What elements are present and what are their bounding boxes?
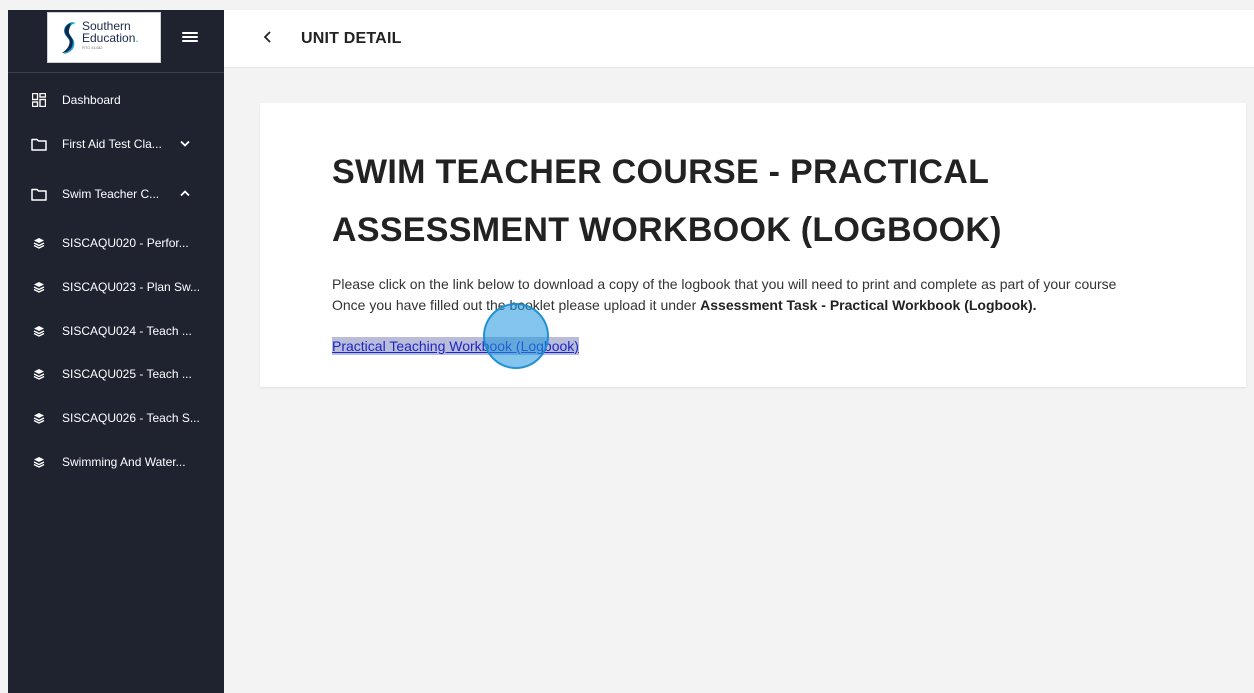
chevron-down-icon[interactable] (180, 139, 190, 150)
layers-icon (31, 410, 47, 426)
sidebar-item-label: SISCAQU020 - Perfor... (62, 236, 189, 250)
sidebar-item-siscaqu025[interactable]: SISCAQU025 - Teach ... (8, 362, 224, 386)
sidebar-item-swimming-and-water[interactable]: Swimming And Water... (8, 450, 224, 474)
instructions-text: Please click on the link below to downlo… (332, 274, 1246, 316)
hamburger-menu-icon[interactable] (182, 30, 198, 44)
unit-detail-card: SWIM TEACHER COURSE - PRACTICAL ASSESSME… (260, 103, 1246, 387)
sidebar-item-label: SISCAQU023 - Plan Sw... (62, 280, 201, 294)
sidebar-item-siscaqu020[interactable]: SISCAQU020 - Perfor... (8, 231, 224, 255)
sidebar: Southern Education. RTO 41482 Dashboard … (8, 10, 224, 693)
chevron-left-icon[interactable] (262, 28, 274, 50)
layers-icon (31, 323, 47, 339)
sidebar-header: Southern Education. RTO 41482 (8, 10, 224, 73)
sidebar-item-label: Swim Teacher C... (62, 187, 160, 201)
page-title: UNIT DETAIL (301, 30, 402, 47)
folder-icon (31, 186, 47, 202)
logo-text-line2-word: Education (82, 31, 136, 45)
instructions-line-2: Once you have filled out the booklet ple… (332, 295, 1246, 316)
sidebar-item-first-aid[interactable]: First Aid Test Cla... (8, 132, 224, 156)
folder-icon (31, 136, 47, 152)
layers-icon (31, 235, 47, 251)
sidebar-item-label: First Aid Test Cla... (62, 137, 162, 151)
sidebar-item-swim-teacher[interactable]: Swim Teacher C... (8, 182, 224, 206)
sidebar-item-siscaqu023[interactable]: SISCAQU023 - Plan Sw... (8, 275, 224, 299)
dashboard-icon (31, 92, 47, 108)
layers-icon (31, 279, 47, 295)
sidebar-item-siscaqu024[interactable]: SISCAQU024 - Teach ... (8, 319, 224, 343)
sidebar-item-dashboard[interactable]: Dashboard (8, 88, 224, 112)
logo[interactable]: Southern Education. RTO 41482 (47, 12, 161, 63)
logo-tagline: RTO 41482 (82, 45, 103, 50)
sidebar-item-label: Dashboard (62, 93, 121, 107)
chevron-up-icon[interactable] (180, 189, 190, 200)
top-bar: UNIT DETAIL (224, 10, 1254, 68)
click-indicator (483, 303, 549, 369)
instructions-line-1: Please click on the link below to downlo… (332, 276, 1117, 292)
sidebar-item-label: SISCAQU026 - Teach S... (62, 411, 200, 425)
sidebar-item-siscaqu026[interactable]: SISCAQU026 - Teach S... (8, 406, 224, 430)
sidebar-item-label: Swimming And Water... (62, 455, 186, 469)
logo-mark-icon (62, 22, 76, 54)
sidebar-item-label: SISCAQU024 - Teach ... (62, 324, 192, 338)
unit-heading: SWIM TEACHER COURSE - PRACTICAL ASSESSME… (332, 153, 1002, 249)
layers-icon (31, 454, 47, 470)
layers-icon (31, 366, 47, 382)
assessment-task-name: Assessment Task - Practical Workbook (Lo… (700, 297, 1037, 313)
logo-text-line2: Education. (82, 31, 139, 45)
sidebar-item-label: SISCAQU025 - Teach ... (62, 367, 192, 381)
